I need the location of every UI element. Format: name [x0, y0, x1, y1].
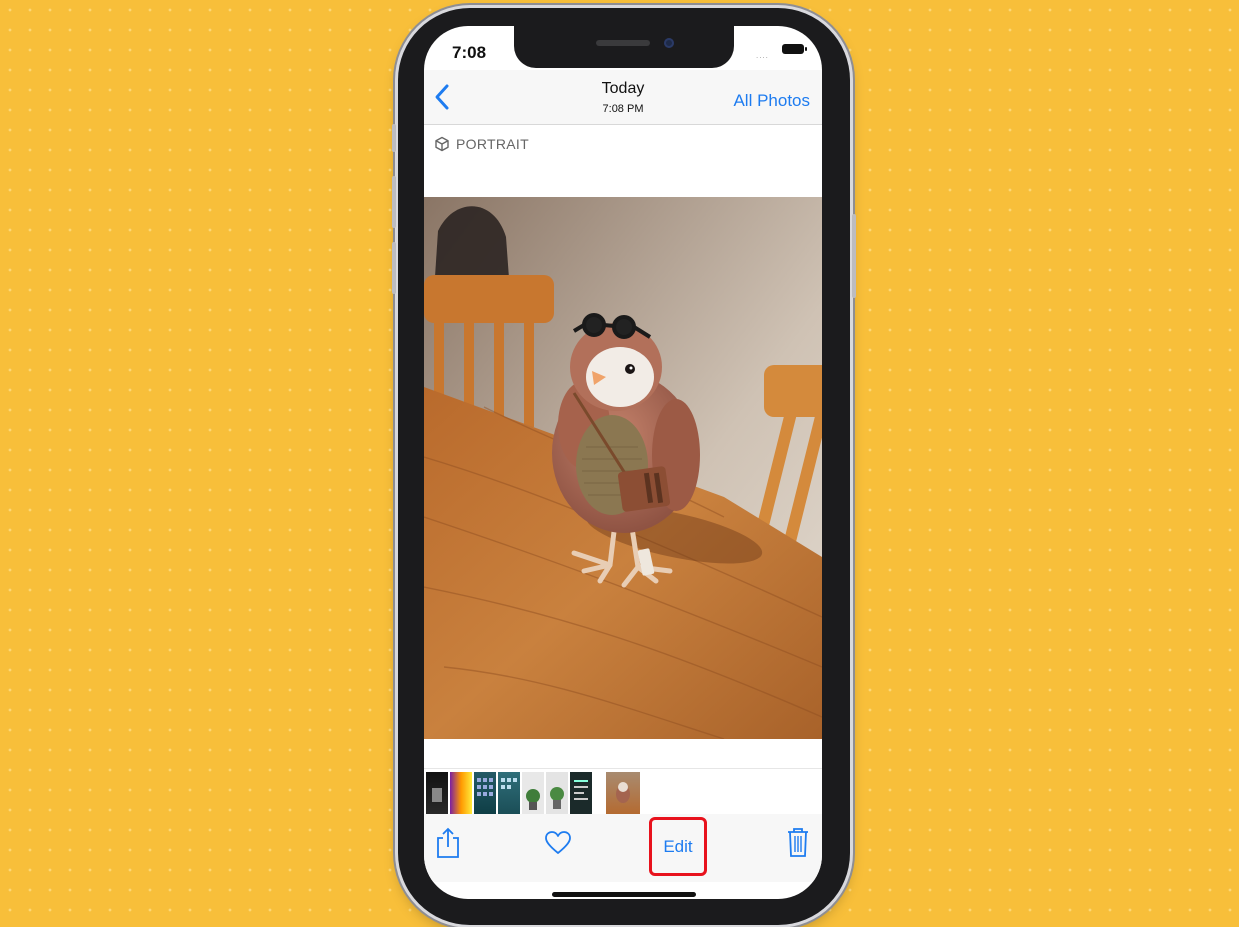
bottom-toolbar: Edit — [424, 814, 822, 882]
navigation-bar: Today 7:08 PM All Photos — [424, 70, 822, 125]
share-icon — [437, 827, 459, 858]
status-bar: 7:08 .... — [424, 26, 822, 70]
thumbnail-image — [616, 782, 630, 803]
status-time: 7:08 — [452, 43, 487, 62]
trash-icon — [788, 828, 808, 857]
thumbnail[interactable] — [450, 772, 472, 816]
thumbnail-image — [477, 778, 493, 796]
edit-button[interactable]: Edit — [663, 837, 692, 857]
home-indicator[interactable] — [552, 892, 696, 897]
delete-button[interactable] — [786, 826, 810, 863]
thumbnail[interactable] — [426, 772, 449, 816]
battery-icon — [782, 44, 807, 54]
volume-down-button — [392, 242, 396, 294]
thumbnail[interactable] — [498, 772, 520, 816]
cube-icon — [435, 136, 449, 152]
front-camera — [664, 38, 674, 48]
power-button — [852, 214, 856, 298]
thumbnail-selected[interactable] — [606, 772, 640, 816]
thumbnail-image — [501, 778, 517, 789]
edit-button-highlight[interactable]: Edit — [649, 817, 707, 876]
thumbnail-strip[interactable] — [424, 768, 822, 819]
phone-screen: 7:08 .... Today 7:08 PM All Photos PORTR… — [424, 26, 822, 899]
share-button[interactable] — [434, 826, 462, 865]
thumbnail-image — [432, 788, 442, 802]
portrait-label: PORTRAIT — [456, 136, 529, 152]
main-photo[interactable] — [424, 197, 822, 739]
thumbnail-image — [574, 780, 588, 800]
heart-icon — [545, 831, 571, 854]
all-photos-button[interactable]: All Photos — [733, 91, 810, 111]
photo-image — [424, 197, 822, 739]
volume-up-button — [392, 176, 396, 228]
thumbnail[interactable] — [570, 772, 592, 816]
notch — [514, 26, 734, 68]
thumbnail-image — [526, 789, 540, 810]
thumbnail[interactable] — [546, 772, 568, 816]
speaker — [596, 40, 650, 46]
portrait-badge: PORTRAIT — [434, 134, 529, 154]
thumbnail[interactable] — [522, 772, 544, 816]
mute-switch — [392, 124, 396, 152]
favorite-button[interactable] — [544, 830, 572, 861]
signal-indicator: .... — [756, 51, 769, 60]
thumbnail-image — [550, 787, 564, 809]
thumbnail[interactable] — [474, 772, 496, 816]
